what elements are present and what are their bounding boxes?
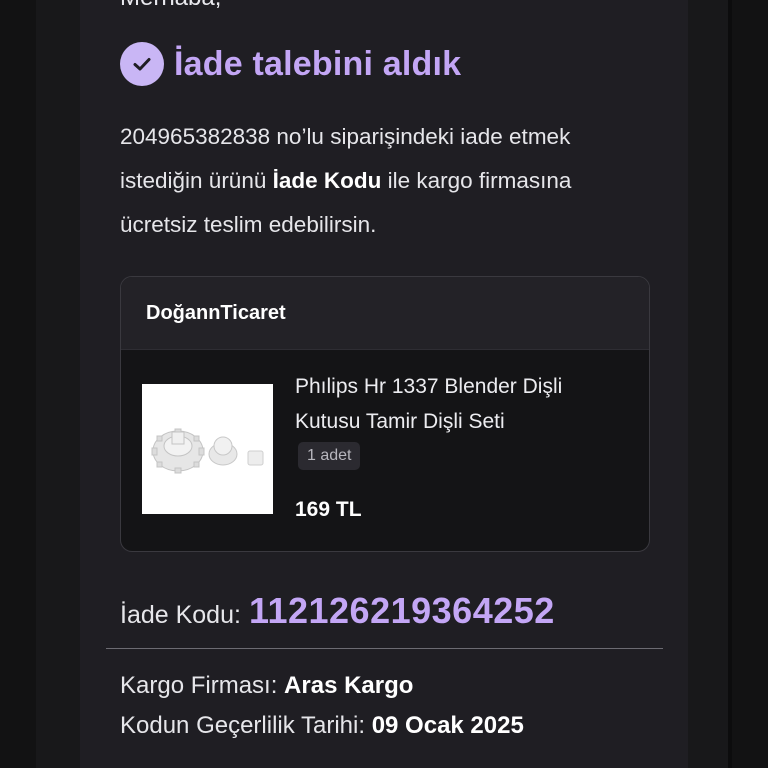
intro-paragraph: 204965382838 no’lu siparişindeki iade et… xyxy=(120,115,640,247)
intro-text-bold: İade Kodu xyxy=(272,168,382,193)
quantity-badge: 1 adet xyxy=(298,442,361,470)
return-code-value[interactable]: 112126219364252 xyxy=(249,590,555,632)
product-name[interactable]: Phılips Hr 1337 Blender Dişli Kutusu Tam… xyxy=(295,369,595,439)
product-image[interactable] xyxy=(142,384,273,514)
carrier-row: Kargo Firması: Aras Kargo xyxy=(120,672,413,700)
right-frame xyxy=(728,0,768,768)
left-frame-inner xyxy=(36,0,80,768)
check-circle-icon xyxy=(120,42,164,86)
order-card: DoğannTicaret Phılips Hr 1337 Blender Di… xyxy=(120,276,650,552)
headline: İade talebini aldık xyxy=(120,42,461,86)
email-body: Merhaba, İade talebini aldık 20496538283… xyxy=(80,0,688,768)
right-frame-inner xyxy=(688,0,732,768)
greeting-text: Merhaba, xyxy=(120,0,221,12)
product-price: 169 TL xyxy=(295,498,362,521)
validity-label: Kodun Geçerlilik Tarihi: xyxy=(120,712,366,739)
carrier-value: Aras Kargo xyxy=(284,672,414,699)
headline-title: İade talebini aldık xyxy=(174,44,462,83)
divider xyxy=(106,648,663,649)
validity-value: 09 Ocak 2025 xyxy=(371,712,524,739)
carrier-label: Kargo Firması: xyxy=(120,672,278,699)
return-code-row: İade Kodu: 112126219364252 xyxy=(120,590,555,632)
left-frame xyxy=(0,0,40,768)
validity-row: Kodun Geçerlilik Tarihi: 09 Ocak 2025 xyxy=(120,712,524,740)
return-code-label: İade Kodu: xyxy=(120,601,241,629)
seller-name[interactable]: DoğannTicaret xyxy=(121,277,649,350)
